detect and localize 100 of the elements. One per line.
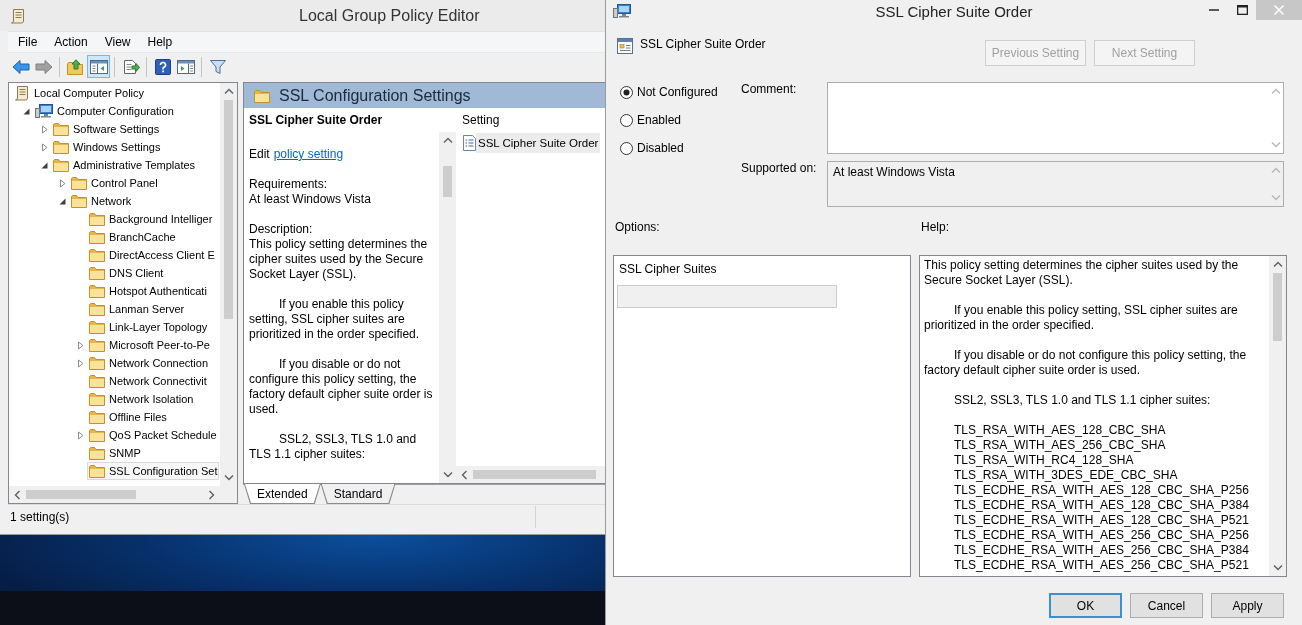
cancel-button[interactable]: Cancel bbox=[1130, 593, 1203, 618]
collapsed-arrow-icon[interactable] bbox=[76, 340, 85, 350]
chevron-left-icon[interactable] bbox=[14, 489, 21, 500]
collapsed-arrow-icon[interactable] bbox=[58, 178, 67, 188]
show-console-tree-button[interactable] bbox=[87, 55, 110, 78]
folder-icon bbox=[89, 374, 105, 388]
comment-field[interactable] bbox=[827, 82, 1284, 154]
computer-icon bbox=[35, 103, 53, 119]
tree-item[interactable]: Network Isolation bbox=[87, 390, 196, 408]
policy-setting-link[interactable]: policy setting bbox=[273, 147, 344, 162]
maximize-icon bbox=[1236, 5, 1248, 15]
chevron-down-icon[interactable] bbox=[442, 471, 453, 478]
radio-option[interactable]: Enabled bbox=[620, 110, 682, 130]
column-header[interactable]: Setting bbox=[456, 108, 605, 132]
radio-icon[interactable] bbox=[620, 113, 633, 127]
folder-icon bbox=[89, 356, 105, 370]
requirements-text: At least Windows Vista bbox=[249, 192, 371, 207]
tree-item[interactable]: Software Settings bbox=[51, 120, 162, 138]
scrollbar-thumb[interactable] bbox=[1273, 273, 1282, 341]
description-paragraph: If you disable or do not configure this policy setting, the factory default cipher suite order is used. bbox=[249, 357, 433, 417]
tree-item[interactable]: Windows Settings bbox=[51, 138, 163, 156]
scrollbar-thumb[interactable] bbox=[473, 470, 596, 479]
tree-item[interactable]: Local Computer Policy bbox=[12, 84, 147, 102]
menu-item[interactable]: Help bbox=[140, 34, 180, 50]
tree-item[interactable]: DirectAccess Client E bbox=[87, 246, 217, 264]
vertical-scrollbar[interactable] bbox=[220, 83, 237, 486]
scroll-icon bbox=[10, 7, 26, 24]
cipher-suite-name: TLS_RSA_WITH_AES_256_CBC_SHA bbox=[954, 438, 1166, 453]
radio-option[interactable]: Disabled bbox=[620, 138, 684, 158]
folder-icon bbox=[71, 176, 87, 190]
scrollbar-thumb[interactable] bbox=[224, 100, 233, 319]
collapsed-arrow-icon[interactable] bbox=[76, 430, 85, 440]
collapsed-arrow-icon[interactable] bbox=[76, 358, 85, 368]
chevron-down-icon[interactable] bbox=[1272, 564, 1283, 571]
cipher-suite-name: TLS_ECDHE_RSA_WITH_AES_256_CBC_SHA_P521 bbox=[954, 558, 1249, 573]
chevron-up-icon[interactable] bbox=[223, 88, 234, 95]
help-paragraph: SSL2, SSL3, TLS 1.0 and TLS 1.1 cipher suites: bbox=[953, 393, 1212, 408]
tree-item[interactable]: DNS Client bbox=[87, 264, 166, 282]
scrollbar-thumb[interactable] bbox=[26, 490, 136, 499]
radio-icon[interactable] bbox=[620, 85, 633, 99]
edit-label: Edit bbox=[249, 147, 270, 162]
folder-icon bbox=[89, 428, 105, 442]
chevron-up-icon[interactable] bbox=[442, 137, 453, 144]
expanded-arrow-icon[interactable] bbox=[58, 196, 67, 206]
tab[interactable]: Standard bbox=[320, 484, 396, 504]
folder-arrow-icon bbox=[66, 58, 85, 75]
cipher-suite-name: TLS_RSA_WITH_AES_128_CBC_SHA bbox=[954, 423, 1166, 438]
folder-icon bbox=[89, 248, 105, 262]
tree-item[interactable]: Network Connectivit bbox=[87, 372, 209, 390]
menu-item[interactable]: View bbox=[97, 34, 138, 50]
close-icon bbox=[1274, 5, 1284, 15]
horizontal-scrollbar[interactable] bbox=[456, 466, 605, 483]
expanded-arrow-icon[interactable] bbox=[40, 160, 49, 170]
radio-option[interactable]: Not Configured bbox=[620, 82, 718, 102]
folder-icon bbox=[89, 266, 105, 280]
scrollbar-thumb[interactable] bbox=[443, 166, 452, 197]
tree-item[interactable]: Hotspot Authenticati bbox=[87, 282, 209, 300]
collapsed-arrow-icon[interactable] bbox=[40, 124, 49, 134]
tree-item[interactable]: Microsoft Peer-to-Pe bbox=[87, 336, 212, 354]
chevron-up-icon[interactable] bbox=[1272, 261, 1283, 268]
tree-item[interactable]: Link-Layer Topology bbox=[87, 318, 210, 336]
tree-item[interactable]: Lanman Server bbox=[87, 300, 187, 318]
tree-item[interactable]: Control Panel bbox=[69, 174, 160, 192]
chevron-down-icon[interactable] bbox=[223, 474, 234, 481]
setting-title: SSL Cipher Suite Order bbox=[248, 112, 384, 129]
help-paragraph: If you enable this policy setting, SSL cipher suites are prioritized in the order specified. bbox=[924, 303, 1239, 333]
tree-item[interactable]: BranchCache bbox=[87, 228, 178, 246]
tree-item[interactable]: Network Connection bbox=[87, 354, 211, 372]
arrow-right-icon bbox=[34, 58, 53, 75]
tree-item[interactable]: SNMP bbox=[87, 444, 143, 462]
chevron-down-icon[interactable] bbox=[1270, 141, 1281, 148]
tree-item[interactable]: Background Intelliger bbox=[87, 210, 215, 228]
vertical-scrollbar[interactable] bbox=[439, 132, 456, 483]
ok-button[interactable]: OK bbox=[1049, 593, 1122, 618]
tree-item[interactable]: QoS Packet Schedule bbox=[87, 426, 219, 444]
folder-icon bbox=[53, 158, 69, 172]
description-paragraph: If you enable this policy setting, SSL cipher suites are prioritized in the order specified. bbox=[249, 297, 421, 342]
list-document-icon bbox=[463, 135, 476, 151]
scroll-icon bbox=[14, 85, 30, 101]
tree-item[interactable]: Offline Files bbox=[87, 408, 169, 426]
folder-icon bbox=[89, 302, 105, 316]
tree-item[interactable]: Administrative Templates bbox=[51, 156, 198, 174]
setting-name: SSL Cipher Suite Order bbox=[640, 37, 766, 52]
chevron-right-icon[interactable] bbox=[208, 489, 215, 500]
menu-item[interactable]: File bbox=[11, 34, 45, 50]
folder-icon bbox=[89, 230, 105, 244]
horizontal-scrollbar[interactable] bbox=[9, 486, 237, 503]
radio-icon[interactable] bbox=[620, 141, 633, 155]
tab[interactable]: Extended bbox=[244, 484, 321, 504]
expanded-arrow-icon[interactable] bbox=[22, 106, 31, 116]
tree-item[interactable]: Computer Configuration bbox=[33, 102, 176, 120]
menu-item[interactable]: Action bbox=[47, 34, 95, 50]
supported-on-label: Supported on: bbox=[741, 161, 817, 176]
chevron-left-icon[interactable] bbox=[461, 469, 468, 480]
apply-button[interactable]: Apply bbox=[1211, 593, 1284, 618]
vertical-scrollbar[interactable] bbox=[1269, 256, 1286, 576]
tree-item[interactable]: SSL Configuration Set bbox=[87, 462, 220, 480]
arrow-left-icon bbox=[11, 58, 30, 75]
tree-item[interactable]: Network bbox=[69, 192, 134, 210]
collapsed-arrow-icon[interactable] bbox=[40, 142, 49, 152]
